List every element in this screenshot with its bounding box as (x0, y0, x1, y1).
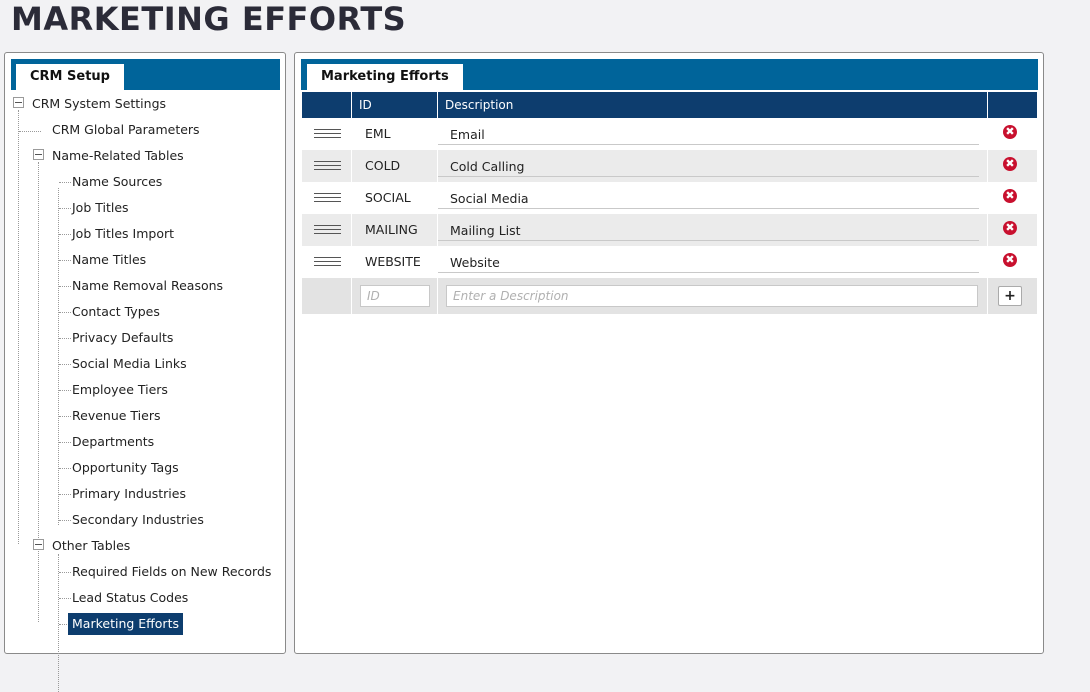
tree-connector (59, 286, 71, 287)
tree-connector (59, 520, 71, 521)
tree-connector (19, 131, 41, 132)
drag-handle-icon[interactable] (314, 257, 341, 266)
tree-item-employee-tiers[interactable]: Employee Tiers (72, 379, 168, 401)
drag-handle-icon[interactable] (314, 161, 341, 170)
tree-connector (59, 234, 71, 235)
tab-crm-setup[interactable]: CRM Setup (16, 64, 124, 90)
column-header-actions (987, 92, 1037, 118)
tree-item-job-titles-import[interactable]: Job Titles Import (72, 223, 174, 245)
tree-connector (38, 162, 39, 622)
row-id: WEBSITE (365, 254, 421, 269)
row-description-input[interactable]: Cold Calling (438, 156, 979, 177)
collapse-icon[interactable] (33, 149, 44, 160)
tree-item-secondary-industries[interactable]: Secondary Industries (72, 509, 204, 531)
tree-item-crm-system-settings[interactable]: CRM System Settings (32, 93, 166, 115)
right-tabbar: Marketing Efforts (301, 59, 1038, 90)
table-row: WEBSITE Website ✖ (302, 246, 1037, 278)
tree-connector (59, 572, 71, 573)
row-description-input[interactable]: Mailing List (438, 220, 979, 241)
grid-header: ID Description (302, 92, 1037, 118)
crm-setup-panel: CRM Setup CRM System Settings CRM Global… (4, 52, 286, 692)
tree-item-crm-global-parameters[interactable]: CRM Global Parameters (52, 119, 200, 141)
tree-connector (59, 208, 71, 209)
left-tabbar: CRM Setup (11, 59, 280, 90)
tree-item-contact-types[interactable]: Contact Types (72, 301, 160, 323)
row-id: MAILING (365, 222, 418, 237)
column-header-description[interactable]: Description (437, 92, 987, 118)
tree-connector (59, 182, 71, 183)
tree-item-name-titles[interactable]: Name Titles (72, 249, 146, 271)
drag-handle-icon[interactable] (314, 193, 341, 202)
tree-item-other-tables[interactable]: Other Tables (52, 535, 130, 557)
tree-item-job-titles[interactable]: Job Titles (72, 197, 129, 219)
collapse-icon[interactable] (33, 539, 44, 550)
tree-connector (59, 468, 71, 469)
tree-item-name-sources[interactable]: Name Sources (72, 171, 162, 193)
tree-item-name-related-tables[interactable]: Name-Related Tables (52, 145, 184, 167)
collapse-icon[interactable] (13, 97, 24, 108)
tree-connector (59, 390, 71, 391)
row-description-input[interactable]: Social Media (438, 188, 979, 209)
drag-handle-icon[interactable] (314, 225, 341, 234)
new-id-input[interactable] (360, 285, 430, 307)
table-row: SOCIAL Social Media ✖ (302, 182, 1037, 214)
table-row: MAILING Mailing List ✖ (302, 214, 1037, 246)
tree-connector (59, 598, 71, 599)
crm-tree: CRM System Settings CRM Global Parameter… (5, 91, 285, 692)
tree-connector (59, 494, 71, 495)
row-description-input[interactable]: Website (438, 252, 979, 273)
new-row: + (302, 278, 1037, 314)
tree-connector (59, 442, 71, 443)
drag-handle-icon[interactable] (314, 129, 341, 138)
table-row: COLD Cold Calling ✖ (302, 150, 1037, 182)
tree-connector (58, 554, 59, 692)
tree-connector (59, 338, 71, 339)
row-description-input[interactable]: Email (438, 124, 979, 145)
delete-icon[interactable]: ✖ (1003, 253, 1017, 267)
tree-connector (18, 110, 19, 544)
new-description-input[interactable] (446, 285, 978, 307)
row-id: COLD (365, 158, 401, 173)
tree-connector (59, 260, 71, 261)
delete-icon[interactable]: ✖ (1003, 125, 1017, 139)
marketing-efforts-panel: Marketing Efforts ID Description EML Emai… (294, 52, 1044, 654)
delete-icon[interactable]: ✖ (1003, 157, 1017, 171)
tree-item-name-removal-reasons[interactable]: Name Removal Reasons (72, 275, 223, 297)
tree-item-required-fields-on-new-records[interactable]: Required Fields on New Records (72, 561, 271, 583)
add-button[interactable]: + (998, 286, 1022, 306)
page-title: MARKETING EFFORTS (11, 0, 407, 38)
tree-item-opportunity-tags[interactable]: Opportunity Tags (72, 457, 179, 479)
delete-icon[interactable]: ✖ (1003, 221, 1017, 235)
column-header-id[interactable]: ID (351, 92, 437, 118)
tree-item-lead-status-codes[interactable]: Lead Status Codes (72, 587, 188, 609)
tree-item-privacy-defaults[interactable]: Privacy Defaults (72, 327, 173, 349)
tree-item-departments[interactable]: Departments (72, 431, 154, 453)
delete-icon[interactable]: ✖ (1003, 189, 1017, 203)
table-row: EML Email ✖ (302, 118, 1037, 150)
tree-connector (59, 416, 71, 417)
row-id: SOCIAL (365, 190, 411, 205)
tree-connector (58, 188, 59, 525)
row-id: EML (365, 126, 391, 141)
tree-connector (59, 364, 71, 365)
tree-item-revenue-tiers[interactable]: Revenue Tiers (72, 405, 160, 427)
tab-marketing-efforts[interactable]: Marketing Efforts (307, 64, 463, 90)
tree-item-primary-industries[interactable]: Primary Industries (72, 483, 186, 505)
tree-item-social-media-links[interactable]: Social Media Links (72, 353, 187, 375)
tree-item-marketing-efforts[interactable]: Marketing Efforts (68, 613, 183, 635)
tree-connector (59, 312, 71, 313)
